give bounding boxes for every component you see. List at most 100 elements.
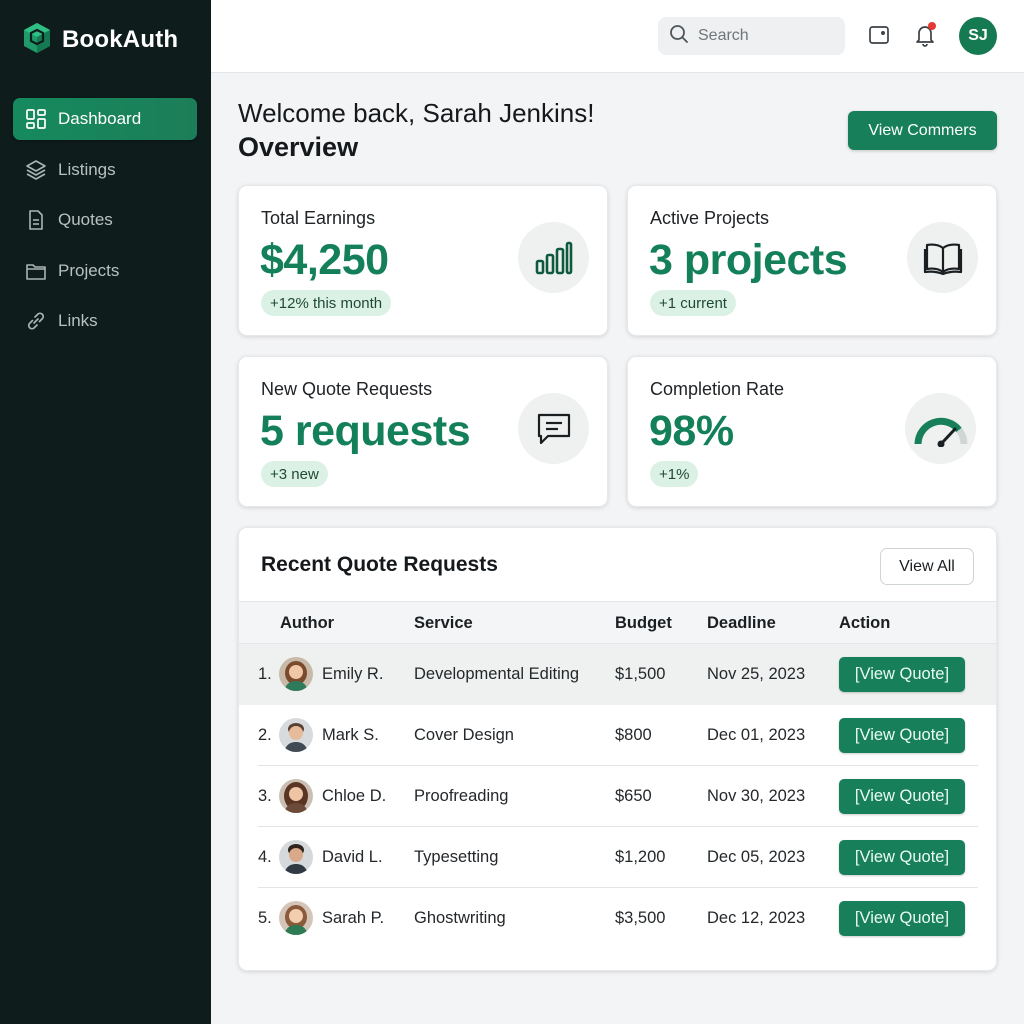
table-row[interactable]: 3. Chloe D. Proofreading $650 Nov 30, 20… bbox=[239, 766, 996, 827]
stat-value: 98% bbox=[649, 407, 734, 455]
author-avatar bbox=[279, 840, 313, 874]
row-number: 4. bbox=[258, 848, 272, 866]
sidebar-item-label: Listings bbox=[58, 159, 116, 179]
stat-label: Active Projects bbox=[650, 208, 770, 228]
service: Developmental Editing bbox=[414, 665, 580, 683]
stat-card-active-projects: Active Projects 3 projects +1 current bbox=[627, 185, 997, 336]
panel-title: Recent Quote Requests bbox=[261, 553, 498, 576]
budget: $650 bbox=[615, 787, 652, 805]
deadline: Dec 05, 2023 bbox=[707, 848, 806, 866]
stat-badge: +3 new bbox=[261, 461, 328, 487]
budget: $1,200 bbox=[615, 848, 666, 866]
service: Ghostwriting bbox=[414, 909, 506, 927]
row-number: 5. bbox=[258, 909, 272, 927]
sidebar-item-dashboard[interactable]: Dashboard bbox=[13, 98, 197, 140]
sidebar-item-quotes[interactable]: Quotes bbox=[13, 199, 197, 241]
table-header: Author Service Budget Deadline Action bbox=[239, 601, 996, 644]
brand[interactable]: BookAuth bbox=[22, 22, 178, 58]
table-row[interactable]: 1. Emily R. Developmental Editing $1,500… bbox=[239, 644, 996, 705]
wallet-icon[interactable] bbox=[866, 22, 892, 48]
view-quote-button[interactable]: [View Quote] bbox=[839, 657, 965, 692]
sidebar-item-label: Links bbox=[58, 311, 98, 330]
view-all-button[interactable]: View All bbox=[880, 548, 974, 585]
user-avatar[interactable]: SJ bbox=[959, 17, 997, 55]
stat-value: 5 requests bbox=[260, 407, 471, 455]
service: Cover Design bbox=[414, 726, 514, 744]
author-name: Mark S. bbox=[322, 726, 379, 744]
column-header-budget[interactable]: Budget bbox=[615, 614, 672, 633]
welcome-message: Welcome back, Sarah Jenkins! bbox=[238, 98, 595, 128]
page-title: Overview bbox=[238, 132, 359, 162]
stat-badge: +1% bbox=[650, 461, 699, 487]
row-number: 2. bbox=[258, 726, 272, 744]
notification-dot bbox=[928, 22, 936, 30]
stat-label: Total Earnings bbox=[261, 208, 376, 228]
sidebar-item-projects[interactable]: Projects bbox=[13, 250, 197, 292]
stat-label: New Quote Requests bbox=[261, 379, 433, 399]
stat-badge: +12% this month bbox=[261, 290, 392, 316]
author-name: Emily R. bbox=[322, 665, 384, 683]
logo-cube-icon bbox=[22, 22, 52, 59]
column-header-author[interactable]: Author bbox=[280, 614, 334, 633]
budget: $800 bbox=[615, 726, 652, 744]
search-input[interactable] bbox=[698, 27, 828, 45]
book-icon bbox=[907, 222, 978, 293]
table-row[interactable]: 5. Sarah P. Ghostwriting $3,500 Dec 12, … bbox=[239, 888, 996, 949]
sidebar-item-links[interactable]: Links bbox=[13, 300, 197, 342]
stat-badge: +1 current bbox=[650, 290, 736, 316]
deadline: Nov 30, 2023 bbox=[707, 787, 806, 805]
column-header-deadline[interactable]: Deadline bbox=[707, 614, 776, 633]
table-row[interactable]: 2. Mark S. Cover Design $800 Dec 01, 202… bbox=[239, 705, 996, 766]
row-number: 1. bbox=[258, 665, 272, 683]
top-bar: SJ bbox=[211, 0, 1024, 73]
view-commers-button[interactable]: View Commers bbox=[848, 111, 997, 150]
row-number: 3. bbox=[258, 787, 272, 805]
service: Typesetting bbox=[414, 848, 499, 866]
sidebar-item-label: Projects bbox=[58, 260, 120, 280]
deadline: Dec 12, 2023 bbox=[707, 909, 806, 927]
search-icon bbox=[669, 24, 689, 49]
stat-label: Completion Rate bbox=[650, 379, 785, 399]
recent-quote-requests-panel: Recent Quote Requests View All Author Se… bbox=[238, 527, 997, 971]
stat-card-new-quote-requests: New Quote Requests 5 requests +3 new bbox=[238, 356, 608, 507]
author-avatar bbox=[279, 901, 313, 935]
bell-icon[interactable] bbox=[912, 22, 938, 48]
budget: $3,500 bbox=[615, 909, 666, 927]
view-quote-button[interactable]: [View Quote] bbox=[839, 840, 965, 875]
view-quote-button[interactable]: [View Quote] bbox=[839, 901, 965, 936]
author-avatar bbox=[279, 779, 313, 813]
stat-card-completion-rate: Completion Rate 98% +1% bbox=[627, 356, 997, 507]
author-name: Sarah P. bbox=[322, 909, 385, 927]
author-name: David L. bbox=[322, 848, 383, 866]
document-icon bbox=[25, 209, 47, 231]
bar-chart-icon bbox=[518, 222, 589, 293]
budget: $1,500 bbox=[615, 665, 666, 683]
sidebar: BookAuth Dashboard Listings Quotes Proje… bbox=[0, 0, 211, 1024]
sidebar-item-label: Dashboard bbox=[58, 109, 142, 128]
sidebar-nav: Dashboard Listings Quotes Projects Links bbox=[13, 98, 197, 351]
author-avatar bbox=[279, 718, 313, 752]
stat-value: 3 projects bbox=[649, 236, 848, 284]
link-icon bbox=[25, 310, 47, 332]
brand-name: BookAuth bbox=[62, 26, 179, 53]
sidebar-item-listings[interactable]: Listings bbox=[13, 149, 197, 191]
stat-card-total-earnings: Total Earnings $4,250 +12% this month bbox=[238, 185, 608, 336]
author-name: Chloe D. bbox=[322, 787, 387, 805]
table-row[interactable]: 4. David L. Typesetting $1,200 Dec 05, 2… bbox=[239, 827, 996, 888]
message-icon bbox=[518, 393, 589, 464]
column-header-action: Action bbox=[839, 614, 891, 632]
sidebar-item-label: Quotes bbox=[58, 210, 113, 229]
folder-icon bbox=[25, 260, 47, 282]
dashboard-icon bbox=[25, 108, 47, 130]
view-quote-button[interactable]: [View Quote] bbox=[839, 718, 965, 753]
stat-value: $4,250 bbox=[260, 236, 389, 284]
deadline: Nov 25, 2023 bbox=[707, 665, 806, 683]
layers-icon bbox=[25, 159, 47, 181]
search-box[interactable] bbox=[658, 17, 845, 55]
service: Proofreading bbox=[414, 787, 509, 805]
view-quote-button[interactable]: [View Quote] bbox=[839, 779, 965, 814]
deadline: Dec 01, 2023 bbox=[707, 726, 806, 744]
author-avatar bbox=[279, 657, 313, 691]
column-header-service[interactable]: Service bbox=[414, 614, 473, 633]
gauge-icon bbox=[905, 393, 976, 464]
